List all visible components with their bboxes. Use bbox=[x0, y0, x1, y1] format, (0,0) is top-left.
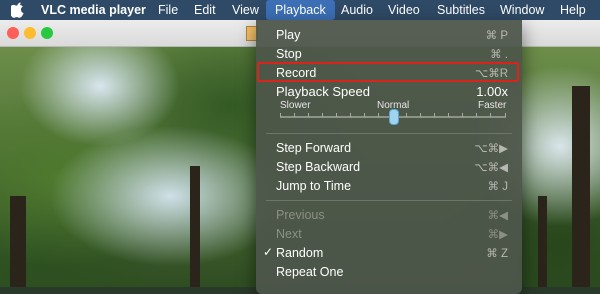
menu-item-label: Random bbox=[276, 246, 324, 260]
menu-item-label: Jump to Time bbox=[276, 179, 352, 193]
tree-trunk bbox=[10, 196, 26, 287]
menu-subtitles[interactable]: Subtitles bbox=[437, 3, 485, 17]
playback-menu: Play ⌘ P Stop ⌘ . Record ⌥⌘R Playback Sp… bbox=[256, 20, 522, 294]
menu-item-label: Next bbox=[276, 227, 302, 241]
menu-help[interactable]: Help bbox=[560, 3, 586, 17]
shortcut-label: ⌥⌘▶ bbox=[474, 143, 508, 155]
shortcut-label: ⌘ J bbox=[487, 181, 508, 193]
menu-app-name[interactable]: VLC media player bbox=[41, 3, 146, 17]
menu-item-label: Repeat One bbox=[276, 265, 344, 279]
menu-window[interactable]: Window bbox=[500, 3, 544, 17]
menu-item-label: Step Forward bbox=[276, 141, 352, 155]
menu-item-label: Step Backward bbox=[276, 160, 361, 174]
shortcut-label: ⌘ Z bbox=[486, 248, 508, 260]
menu-audio[interactable]: Audio bbox=[341, 3, 373, 17]
menu-item-play[interactable]: Play ⌘ P bbox=[256, 25, 522, 44]
menu-separator bbox=[266, 200, 512, 201]
shortcut-label: ⌘◀ bbox=[487, 210, 508, 222]
tree-trunk bbox=[572, 86, 590, 287]
menu-item-step-backward[interactable]: Step Backward ⌥⌘◀ bbox=[256, 157, 522, 176]
menu-item-next: Next ⌘▶ bbox=[256, 224, 522, 243]
tree-trunk bbox=[538, 196, 547, 287]
shortcut-label: ⌥⌘◀ bbox=[474, 162, 508, 174]
menu-edit[interactable]: Edit bbox=[194, 3, 216, 17]
menu-file[interactable]: File bbox=[158, 3, 178, 17]
playback-speed-value: 1.00x bbox=[476, 84, 508, 99]
apple-logo-icon[interactable] bbox=[11, 2, 25, 18]
tree-trunk bbox=[190, 166, 200, 287]
menu-item-random[interactable]: ✓ Random ⌘ Z bbox=[256, 243, 522, 262]
close-icon[interactable] bbox=[7, 27, 19, 39]
slider-slower-label: Slower bbox=[280, 100, 311, 111]
menu-bar: VLC media player File Edit View Playback… bbox=[0, 0, 600, 20]
shortcut-label: ⌘ P bbox=[485, 30, 508, 42]
shortcut-label: ⌘▶ bbox=[487, 229, 508, 241]
menu-item-previous: Previous ⌘◀ bbox=[256, 205, 522, 224]
slider-faster-label: Faster bbox=[478, 100, 507, 111]
menu-view[interactable]: View bbox=[232, 3, 259, 17]
menu-item-label: Previous bbox=[276, 208, 325, 222]
menu-item-jump-to-time[interactable]: Jump to Time ⌘ J bbox=[256, 176, 522, 195]
menu-separator bbox=[266, 133, 512, 134]
menu-item-label: Play bbox=[276, 28, 301, 42]
minimize-icon[interactable] bbox=[24, 27, 36, 39]
menu-playback[interactable]: Playback bbox=[266, 0, 335, 20]
speed-slider-thumb[interactable] bbox=[389, 109, 399, 125]
record-highlight-box bbox=[257, 62, 519, 82]
shortcut-label: ⌘ . bbox=[490, 49, 508, 61]
menu-video[interactable]: Video bbox=[388, 3, 420, 17]
checkmark-icon: ✓ bbox=[263, 245, 274, 259]
menu-item-stop[interactable]: Stop ⌘ . bbox=[256, 44, 522, 63]
menu-item-label: Stop bbox=[276, 47, 302, 61]
zoom-icon[interactable] bbox=[41, 27, 53, 39]
menu-item-repeat-one[interactable]: Repeat One bbox=[256, 262, 522, 281]
menu-item-step-forward[interactable]: Step Forward ⌥⌘▶ bbox=[256, 138, 522, 157]
playback-speed-label: Playback Speed bbox=[276, 84, 370, 99]
